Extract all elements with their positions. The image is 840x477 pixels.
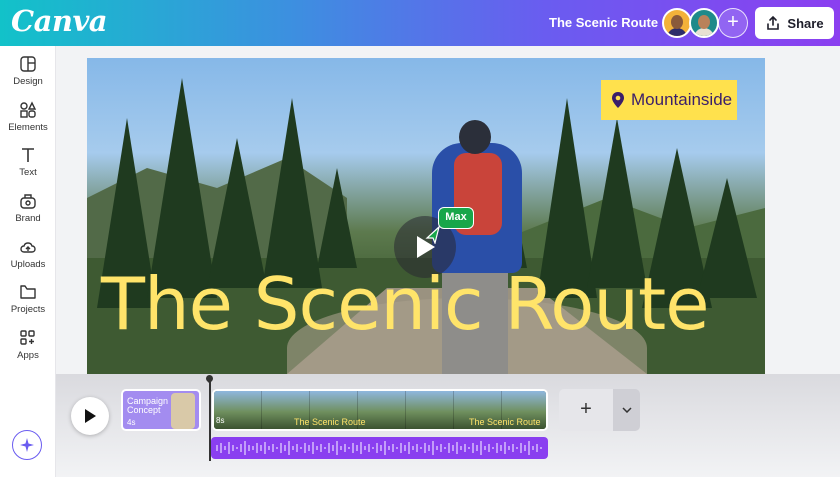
sidebar-item-label: Elements [8, 122, 48, 133]
sidebar-item-brand[interactable]: Brand [0, 192, 56, 224]
share-label: Share [787, 15, 824, 31]
sidebar-item-uploads[interactable]: Uploads [0, 238, 56, 270]
map-pin-icon [612, 92, 624, 108]
canvas-title-text[interactable]: The Scenic Route [101, 268, 709, 340]
chevron-down-icon [621, 407, 632, 413]
share-button[interactable]: Share [755, 7, 834, 39]
brand-icon [20, 194, 36, 209]
sparkle-icon [20, 438, 34, 452]
sidebar-item-label: Brand [15, 213, 41, 224]
timeline-clip-campaign-concept[interactable]: Campaign Concept 4s [121, 389, 201, 431]
clip-frame [406, 391, 454, 429]
collaborator-cursor-icon [425, 226, 440, 244]
collaborator-cursor-label: Max [438, 207, 474, 229]
sidebar-item-label: Uploads [10, 259, 46, 270]
left-sidebar: Design Elements Text Brand Uploads Proje… [0, 46, 56, 477]
collaborator-avatar[interactable] [689, 8, 719, 38]
sidebar-item-elements[interactable]: Elements [0, 101, 56, 133]
location-tag[interactable]: Mountainside [601, 80, 737, 120]
clip-title: The Scenic Route [469, 417, 541, 427]
sidebar-item-design[interactable]: Design [0, 55, 56, 87]
hiker-head [459, 120, 491, 154]
canva-logo[interactable]: Canva [11, 4, 108, 38]
sidebar-item-apps[interactable]: Apps [0, 329, 56, 361]
layout-icon [20, 56, 36, 72]
clip-thumbnail [171, 393, 195, 429]
timeline-playhead[interactable] [209, 376, 211, 461]
timeline-play-button[interactable] [71, 397, 109, 435]
location-label: Mountainside [631, 90, 733, 109]
sidebar-item-label: Projects [10, 304, 46, 315]
add-clip-button[interactable]: + [559, 389, 613, 431]
sidebar-item-label: Text [19, 167, 37, 178]
shapes-icon [20, 101, 37, 118]
clip-duration: 4s [127, 418, 136, 427]
cloud-upload-icon [20, 242, 36, 253]
top-bar: Canva The Scenic Route + Share [0, 0, 840, 46]
clip-duration: 8s [216, 416, 225, 425]
apps-icon [20, 330, 35, 345]
waveform [216, 441, 542, 455]
sidebar-item-projects[interactable]: Projects [0, 283, 56, 315]
sidebar-item-label: Design [13, 76, 43, 87]
sidebar-item-label: Apps [17, 350, 39, 361]
play-icon [85, 409, 96, 423]
document-title[interactable]: The Scenic Route [549, 15, 658, 30]
timeline-clip-scenic-route[interactable]: 8s The Scenic Route The Scenic Route [212, 389, 548, 431]
sidebar-item-text[interactable]: Text [0, 146, 56, 178]
share-icon [767, 15, 780, 30]
clip-title: Campaign Concept [127, 396, 169, 416]
add-collaborator-button[interactable]: + [718, 8, 748, 38]
audio-track[interactable] [211, 437, 548, 459]
clip-options-button[interactable] [613, 389, 640, 431]
clip-title: The Scenic Route [294, 417, 366, 427]
folder-icon [20, 285, 36, 299]
text-icon [22, 148, 34, 162]
collaborator-avatar[interactable] [662, 8, 692, 38]
magic-assistant-button[interactable] [12, 430, 42, 460]
